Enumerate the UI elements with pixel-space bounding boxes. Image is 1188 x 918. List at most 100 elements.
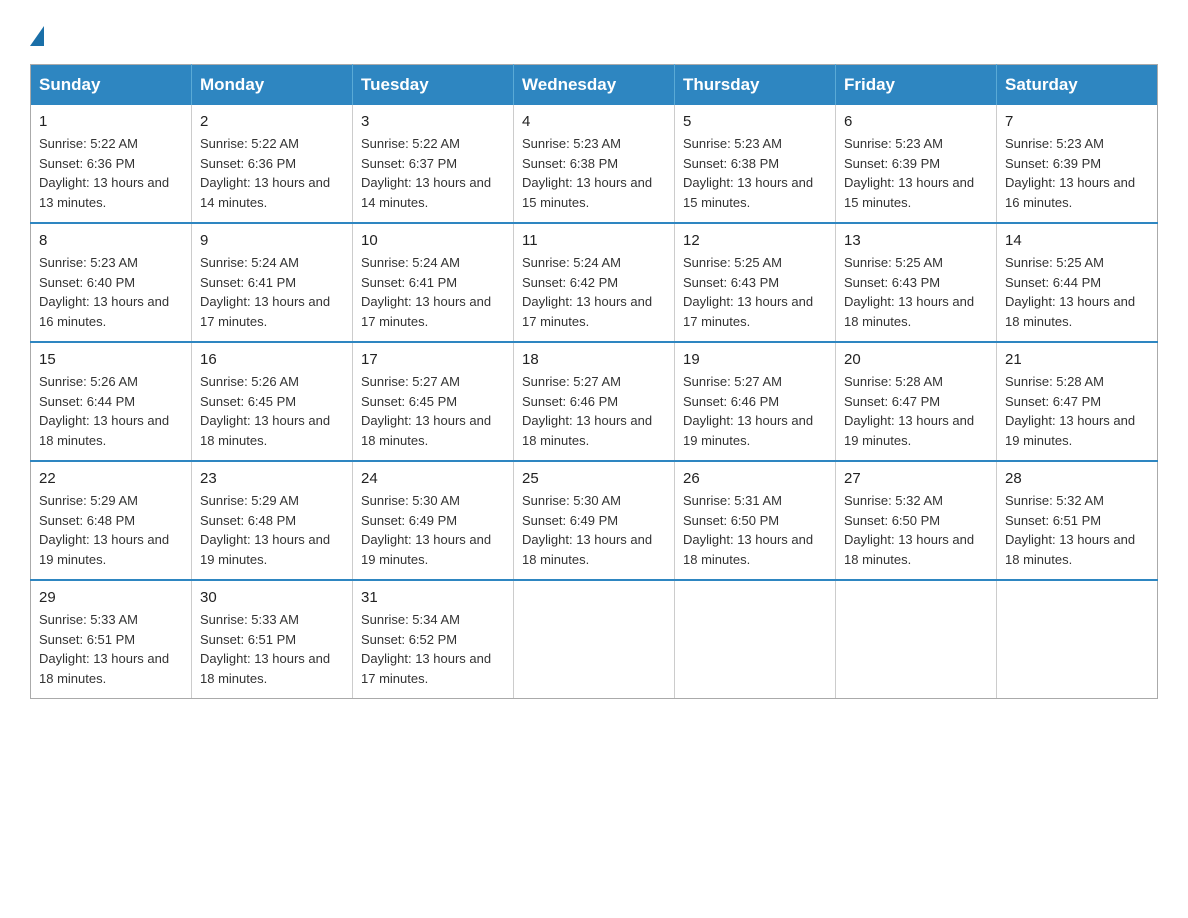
calendar-cell: [836, 580, 997, 699]
calendar-cell: 4Sunrise: 5:23 AMSunset: 6:38 PMDaylight…: [514, 105, 675, 223]
day-info: Sunrise: 5:33 AMSunset: 6:51 PMDaylight:…: [200, 610, 344, 688]
calendar-cell: 17Sunrise: 5:27 AMSunset: 6:45 PMDayligh…: [353, 342, 514, 461]
day-number: 8: [39, 232, 183, 249]
day-number: 22: [39, 470, 183, 487]
day-info: Sunrise: 5:32 AMSunset: 6:50 PMDaylight:…: [844, 491, 988, 569]
day-number: 15: [39, 351, 183, 368]
day-number: 23: [200, 470, 344, 487]
day-info: Sunrise: 5:25 AMSunset: 6:43 PMDaylight:…: [844, 253, 988, 331]
day-info: Sunrise: 5:33 AMSunset: 6:51 PMDaylight:…: [39, 610, 183, 688]
day-number: 16: [200, 351, 344, 368]
day-number: 4: [522, 113, 666, 130]
calendar-header-row: SundayMondayTuesdayWednesdayThursdayFrid…: [31, 65, 1158, 106]
calendar-cell: 10 Sunrise: 5:24 AMSunset: 6:41 PMDayligh…: [353, 223, 514, 342]
day-info: Sunrise: 5:24 AMSunset: 6:42 PMDaylight:…: [522, 253, 666, 331]
day-info: Sunrise: 5:34 AMSunset: 6:52 PMDaylight:…: [361, 610, 505, 688]
logo: [30, 20, 46, 48]
calendar-cell: 29 Sunrise: 5:33 AMSunset: 6:51 PMDayligh…: [31, 580, 192, 699]
calendar-cell: 24 Sunrise: 5:30 AMSunset: 6:49 PMDayligh…: [353, 461, 514, 580]
day-info: Sunrise: 5:22 AMSunset: 6:37 PMDaylight:…: [361, 134, 505, 212]
calendar-cell: 9 Sunrise: 5:24 AMSunset: 6:41 PMDaylight…: [192, 223, 353, 342]
day-number: 1: [39, 113, 183, 130]
calendar-cell: [997, 580, 1158, 699]
header-sunday: Sunday: [31, 65, 192, 106]
header-monday: Monday: [192, 65, 353, 106]
day-number: 10: [361, 232, 505, 249]
day-number: 17: [361, 351, 505, 368]
day-number: 6: [844, 113, 988, 130]
logo-blue-text: [30, 28, 46, 48]
day-info: Sunrise: 5:23 AMSunset: 6:40 PMDaylight:…: [39, 253, 183, 331]
day-number: 3: [361, 113, 505, 130]
header-friday: Friday: [836, 65, 997, 106]
day-number: 28: [1005, 470, 1149, 487]
calendar-cell: 28 Sunrise: 5:32 AMSunset: 6:51 PMDayligh…: [997, 461, 1158, 580]
day-number: 19: [683, 351, 827, 368]
day-number: 2: [200, 113, 344, 130]
day-number: 18: [522, 351, 666, 368]
day-number: 30: [200, 589, 344, 606]
day-number: 21: [1005, 351, 1149, 368]
calendar-table: SundayMondayTuesdayWednesdayThursdayFrid…: [30, 64, 1158, 699]
day-info: Sunrise: 5:29 AMSunset: 6:48 PMDaylight:…: [39, 491, 183, 569]
calendar-week-row: 22 Sunrise: 5:29 AMSunset: 6:48 PMDayligh…: [31, 461, 1158, 580]
day-number: 26: [683, 470, 827, 487]
day-number: 27: [844, 470, 988, 487]
header-wednesday: Wednesday: [514, 65, 675, 106]
day-info: Sunrise: 5:23 AMSunset: 6:38 PMDaylight:…: [683, 134, 827, 212]
calendar-cell: 3 Sunrise: 5:22 AMSunset: 6:37 PMDaylight…: [353, 105, 514, 223]
day-info: Sunrise: 5:24 AMSunset: 6:41 PMDaylight:…: [200, 253, 344, 331]
day-number: 14: [1005, 232, 1149, 249]
day-number: 5: [683, 113, 827, 130]
day-info: Sunrise: 5:30 AMSunset: 6:49 PMDaylight:…: [522, 491, 666, 569]
day-number: 20: [844, 351, 988, 368]
calendar-cell: 6 Sunrise: 5:23 AMSunset: 6:39 PMDaylight…: [836, 105, 997, 223]
calendar-cell: 31 Sunrise: 5:34 AMSunset: 6:52 PMDayligh…: [353, 580, 514, 699]
day-number: 25: [522, 470, 666, 487]
day-number: 29: [39, 589, 183, 606]
calendar-cell: 16 Sunrise: 5:26 AMSunset: 6:45 PMDayligh…: [192, 342, 353, 461]
day-info: Sunrise: 5:27 AMSunset: 6:46 PMDaylight:…: [683, 372, 827, 450]
calendar-cell: 14 Sunrise: 5:25 AMSunset: 6:44 PMDayligh…: [997, 223, 1158, 342]
calendar-cell: 5 Sunrise: 5:23 AMSunset: 6:38 PMDaylight…: [675, 105, 836, 223]
day-number: 11: [522, 232, 666, 249]
day-info: Sunrise: 5:22 AMSunset: 6:36 PMDaylight:…: [39, 134, 183, 212]
calendar-cell: 11 Sunrise: 5:24 AMSunset: 6:42 PMDayligh…: [514, 223, 675, 342]
calendar-cell: 21 Sunrise: 5:28 AMSunset: 6:47 PMDayligh…: [997, 342, 1158, 461]
calendar-cell: 2 Sunrise: 5:22 AMSunset: 6:36 PMDaylight…: [192, 105, 353, 223]
day-info: Sunrise: 5:23 AMSunset: 6:39 PMDaylight:…: [844, 134, 988, 212]
calendar-cell: 26 Sunrise: 5:31 AMSunset: 6:50 PMDayligh…: [675, 461, 836, 580]
page-header: [30, 20, 1158, 48]
calendar-cell: 8 Sunrise: 5:23 AMSunset: 6:40 PMDaylight…: [31, 223, 192, 342]
day-info: Sunrise: 5:22 AMSunset: 6:36 PMDaylight:…: [200, 134, 344, 212]
day-info: Sunrise: 5:25 AMSunset: 6:44 PMDaylight:…: [1005, 253, 1149, 331]
day-info: Sunrise: 5:31 AMSunset: 6:50 PMDaylight:…: [683, 491, 827, 569]
day-number: 7: [1005, 113, 1149, 130]
day-info: Sunrise: 5:27 AMSunset: 6:46 PMDaylight:…: [522, 372, 666, 450]
logo-triangle-icon: [30, 26, 44, 46]
calendar-week-row: 1 Sunrise: 5:22 AMSunset: 6:36 PMDaylight…: [31, 105, 1158, 223]
day-info: Sunrise: 5:26 AMSunset: 6:45 PMDaylight:…: [200, 372, 344, 450]
day-number: 24: [361, 470, 505, 487]
day-info: Sunrise: 5:24 AMSunset: 6:41 PMDaylight:…: [361, 253, 505, 331]
day-number: 12: [683, 232, 827, 249]
day-number: 31: [361, 589, 505, 606]
calendar-cell: [514, 580, 675, 699]
calendar-cell: 23Sunrise: 5:29 AMSunset: 6:48 PMDayligh…: [192, 461, 353, 580]
calendar-cell: 22 Sunrise: 5:29 AMSunset: 6:48 PMDayligh…: [31, 461, 192, 580]
calendar-cell: [675, 580, 836, 699]
day-info: Sunrise: 5:32 AMSunset: 6:51 PMDaylight:…: [1005, 491, 1149, 569]
day-info: Sunrise: 5:30 AMSunset: 6:49 PMDaylight:…: [361, 491, 505, 569]
header-tuesday: Tuesday: [353, 65, 514, 106]
calendar-cell: 30 Sunrise: 5:33 AMSunset: 6:51 PMDayligh…: [192, 580, 353, 699]
header-thursday: Thursday: [675, 65, 836, 106]
day-number: 13: [844, 232, 988, 249]
day-info: Sunrise: 5:28 AMSunset: 6:47 PMDaylight:…: [1005, 372, 1149, 450]
calendar-cell: 25 Sunrise: 5:30 AMSunset: 6:49 PMDayligh…: [514, 461, 675, 580]
calendar-cell: 19 Sunrise: 5:27 AMSunset: 6:46 PMDayligh…: [675, 342, 836, 461]
day-info: Sunrise: 5:23 AMSunset: 6:39 PMDaylight:…: [1005, 134, 1149, 212]
calendar-week-row: 8 Sunrise: 5:23 AMSunset: 6:40 PMDaylight…: [31, 223, 1158, 342]
calendar-cell: 12Sunrise: 5:25 AMSunset: 6:43 PMDayligh…: [675, 223, 836, 342]
header-saturday: Saturday: [997, 65, 1158, 106]
day-number: 9: [200, 232, 344, 249]
